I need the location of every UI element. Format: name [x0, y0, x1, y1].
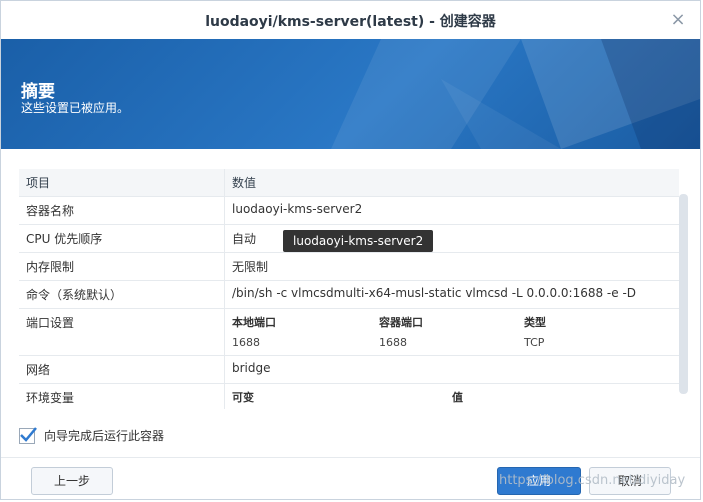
- column-header-item: 项目: [19, 169, 225, 197]
- row-key: 端口设置: [19, 308, 225, 356]
- env-cell: 可变 值: [224, 383, 679, 409]
- env-header-value: 值: [452, 391, 463, 404]
- port-value-local: 1688: [232, 336, 260, 349]
- row-key: 命令（系统默认）: [19, 280, 225, 309]
- table-scrollbar[interactable]: [679, 194, 688, 394]
- column-header-value: 数值: [224, 169, 679, 197]
- banner-decoration: [331, 39, 700, 149]
- table-row: 网络 bridge: [19, 355, 679, 384]
- row-value: 无限制: [224, 252, 679, 281]
- port-subgrid: 本地端口 1688 容器端口 1688 类型 TCP: [232, 314, 672, 349]
- back-button[interactable]: 上一步: [31, 467, 113, 495]
- table-row: 命令（系统默认） /bin/sh -c vlmcsdmulti-x64-musl…: [19, 280, 679, 309]
- port-header-type: 类型: [524, 316, 546, 329]
- row-value: /bin/sh -c vlmcsdmulti-x64-musl-static v…: [224, 280, 679, 309]
- close-icon[interactable]: ×: [668, 10, 688, 30]
- dialog-title: luodaoyi/kms-server(latest) - 创建容器: [205, 14, 496, 30]
- run-after-wizard-checkbox[interactable]: [19, 426, 37, 444]
- banner-subtitle: 这些设置已被应用。: [21, 101, 130, 115]
- dialog-window: luodaoyi/kms-server(latest) - 创建容器 × 摘要 …: [0, 0, 701, 500]
- watermark-text: https://blog.csdn.net/diyiday: [499, 473, 686, 488]
- env-header-variable: 可变: [232, 391, 254, 404]
- row-key: CPU 优先顺序: [19, 224, 225, 253]
- checkmark-icon: [20, 426, 37, 442]
- port-value-type: TCP: [524, 336, 545, 349]
- run-after-wizard-label: 向导完成后运行此容器: [44, 429, 165, 443]
- port-header-container: 容器端口: [379, 316, 423, 329]
- row-key: 网络: [19, 355, 225, 384]
- summary-banner: 摘要 这些设置已被应用。: [1, 39, 700, 149]
- row-key: 内存限制: [19, 252, 225, 281]
- table-row: 环境变量 可变 值: [19, 383, 679, 409]
- table-row: 端口设置 本地端口 1688 容器端口 1688 类型 TCP: [19, 308, 679, 356]
- table-row: 容器名称 luodaoyi-kms-server2: [19, 196, 679, 225]
- summary-table: 项目 数值 容器名称 luodaoyi-kms-server2 CPU 优先顺序…: [19, 169, 679, 409]
- name-tooltip: luodaoyi-kms-server2: [283, 230, 434, 252]
- port-settings-cell: 本地端口 1688 容器端口 1688 类型 TCP: [224, 308, 679, 356]
- run-after-wizard-option[interactable]: 向导完成后运行此容器: [19, 426, 165, 444]
- port-value-container: 1688: [379, 336, 407, 349]
- row-value: bridge: [224, 355, 679, 384]
- row-key: 容器名称: [19, 196, 225, 225]
- titlebar: luodaoyi/kms-server(latest) - 创建容器 ×: [1, 1, 700, 40]
- row-key: 环境变量: [19, 383, 225, 409]
- port-header-local: 本地端口: [232, 316, 276, 329]
- row-value: luodaoyi-kms-server2: [224, 196, 679, 225]
- table-row: 内存限制 无限制: [19, 252, 679, 281]
- table-header-row: 项目 数值: [19, 169, 679, 197]
- env-subgrid: 可变 值: [232, 389, 672, 405]
